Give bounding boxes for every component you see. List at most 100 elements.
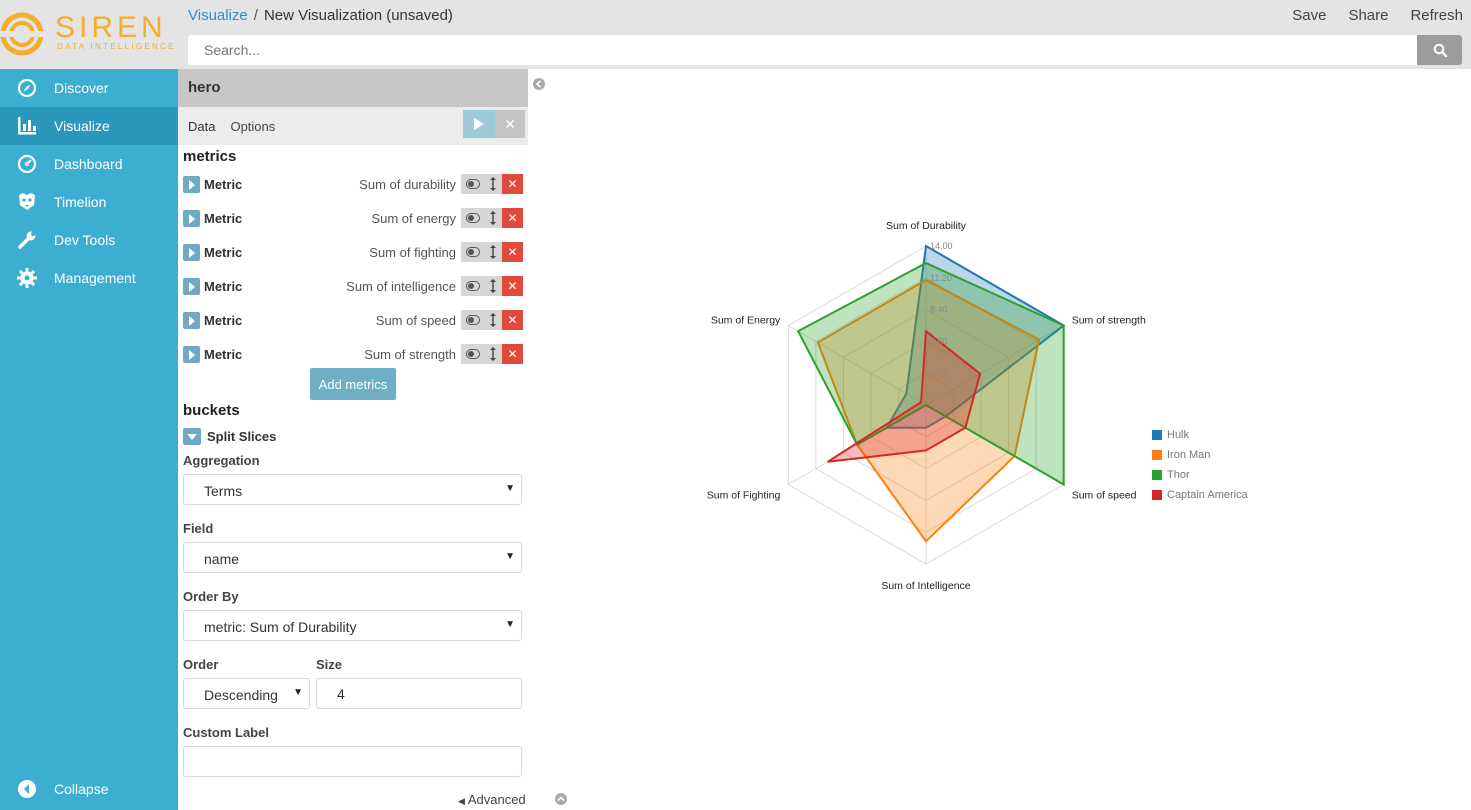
collapse-button[interactable]: Collapse bbox=[0, 770, 178, 808]
advanced-label: Advanced bbox=[467, 792, 526, 807]
remove-metric-button[interactable]: ✕ bbox=[502, 344, 523, 364]
top-actions: Save Share Refresh bbox=[1292, 7, 1463, 24]
metric-controls: ✕ bbox=[461, 310, 523, 330]
buckets-section-title: buckets bbox=[183, 402, 240, 419]
legend-label: Captain America bbox=[1167, 489, 1248, 501]
remove-metric-button[interactable]: ✕ bbox=[502, 208, 523, 228]
drag-handle-icon[interactable] bbox=[484, 310, 502, 330]
sidebar-item-discover[interactable]: Discover bbox=[0, 69, 178, 107]
metric-label: Metric bbox=[204, 347, 243, 362]
drag-handle-icon[interactable] bbox=[484, 174, 502, 194]
legend-label: Iron Man bbox=[1167, 449, 1211, 461]
visualization-area: 2.80 5.60 8.40 11.20 14.00 Sum of Durability S… bbox=[528, 69, 1471, 810]
scroll-up-icon[interactable] bbox=[555, 793, 567, 805]
siren-logo[interactable]: SIREN DATA INTELLIGENCE bbox=[0, 0, 178, 69]
metrics-section-title: metrics bbox=[183, 148, 237, 165]
save-button[interactable]: Save bbox=[1292, 7, 1326, 24]
axis-label: Sum of Energy bbox=[711, 315, 781, 327]
toggle-icon[interactable] bbox=[461, 174, 484, 194]
sidebar-item-label: Dev Tools bbox=[54, 232, 116, 248]
order-label: Order bbox=[183, 657, 219, 672]
size-label: Size bbox=[316, 657, 343, 672]
discard-changes-button[interactable]: ✕ bbox=[495, 110, 525, 138]
search-button[interactable] bbox=[1417, 35, 1462, 65]
custom-label-label: Custom Label bbox=[183, 725, 269, 740]
legend-swatch bbox=[1152, 450, 1162, 460]
legend-item[interactable]: Thor bbox=[1152, 465, 1248, 485]
chevron-down-icon bbox=[183, 428, 201, 445]
size-input[interactable]: 4 bbox=[316, 678, 522, 709]
tick-label: 5.60 bbox=[930, 336, 948, 346]
add-metrics-button[interactable]: Add metrics bbox=[310, 368, 396, 400]
sidebar-item-dev-tools[interactable]: Dev Tools bbox=[0, 221, 178, 259]
share-button[interactable]: Share bbox=[1348, 7, 1388, 24]
drag-handle-icon[interactable] bbox=[484, 344, 502, 364]
sidebar-item-label: Dashboard bbox=[54, 156, 123, 172]
split-slices-header[interactable]: Split Slices bbox=[183, 428, 276, 445]
toggle-icon[interactable] bbox=[461, 208, 484, 228]
search-bar bbox=[188, 35, 1417, 65]
split-slices-label: Split Slices bbox=[207, 429, 277, 444]
metric-value: Sum of speed bbox=[375, 313, 456, 328]
tab-data[interactable]: Data bbox=[188, 119, 215, 134]
toggle-icon[interactable] bbox=[461, 242, 484, 262]
remove-metric-button[interactable]: ✕ bbox=[502, 310, 523, 330]
chevron-right-icon[interactable] bbox=[183, 312, 200, 329]
drag-handle-icon[interactable] bbox=[484, 242, 502, 262]
legend-item[interactable]: Captain America bbox=[1152, 485, 1248, 505]
legend-label: Hulk bbox=[1167, 429, 1190, 441]
metric-controls: ✕ bbox=[461, 344, 523, 364]
field-label: Field bbox=[183, 521, 214, 536]
metric-controls: ✕ bbox=[461, 208, 523, 228]
search-input[interactable] bbox=[204, 42, 1417, 58]
metric-label: Metric bbox=[204, 279, 243, 294]
toggle-icon[interactable] bbox=[461, 310, 484, 330]
sidebar-item-visualize[interactable]: Visualize bbox=[0, 107, 178, 145]
toggle-icon[interactable] bbox=[461, 276, 484, 296]
metric-controls: ✕ bbox=[461, 276, 523, 296]
chevron-right-icon[interactable] bbox=[183, 176, 200, 193]
sidebar-item-timelion[interactable]: Timelion bbox=[0, 183, 178, 221]
legend-item[interactable]: Hulk bbox=[1152, 425, 1248, 445]
aggregation-select[interactable]: Terms ▼ bbox=[183, 474, 522, 505]
apply-changes-button[interactable] bbox=[463, 110, 495, 138]
axis-label: Sum of Fighting bbox=[707, 490, 781, 502]
sidebar-item-management[interactable]: Management bbox=[0, 259, 178, 297]
collapse-icon bbox=[0, 779, 54, 799]
remove-metric-button[interactable]: ✕ bbox=[502, 242, 523, 262]
brand-tagline: DATA INTELLIGENCE bbox=[57, 42, 176, 51]
order-select[interactable]: Descending ▼ bbox=[183, 678, 310, 709]
metric-value: Sum of fighting bbox=[369, 245, 456, 260]
order-by-select[interactable]: metric: Sum of Durability ▼ bbox=[183, 610, 522, 641]
remove-metric-button[interactable]: ✕ bbox=[502, 174, 523, 194]
bar-chart-icon bbox=[0, 117, 54, 135]
chevron-right-icon[interactable] bbox=[183, 244, 200, 261]
tab-options[interactable]: Options bbox=[230, 119, 275, 134]
chevron-right-icon[interactable] bbox=[183, 210, 200, 227]
toggle-icon[interactable] bbox=[461, 344, 484, 364]
drag-handle-icon[interactable] bbox=[484, 276, 502, 296]
refresh-button[interactable]: Refresh bbox=[1410, 7, 1463, 24]
axis-label: Sum of Intelligence bbox=[881, 580, 970, 592]
chevron-right-icon[interactable] bbox=[183, 346, 200, 363]
collapse-editor-icon[interactable] bbox=[533, 78, 545, 90]
drag-handle-icon[interactable] bbox=[484, 208, 502, 228]
legend-item[interactable]: Iron Man bbox=[1152, 445, 1248, 465]
field-value: name bbox=[204, 551, 240, 567]
advanced-toggle[interactable]: ◀ Advanced bbox=[458, 792, 526, 807]
custom-label-input[interactable] bbox=[183, 746, 522, 777]
breadcrumb-visualize-link[interactable]: Visualize bbox=[188, 7, 248, 24]
wrench-icon bbox=[0, 230, 54, 250]
chevron-right-icon[interactable] bbox=[183, 278, 200, 295]
legend-swatch bbox=[1152, 470, 1162, 480]
sidebar-item-dashboard[interactable]: Dashboard bbox=[0, 145, 178, 183]
field-select[interactable]: name ▼ bbox=[183, 542, 522, 573]
metric-label: Metric bbox=[204, 313, 243, 328]
metric-label: Metric bbox=[204, 211, 243, 226]
sidebar-item-label: Management bbox=[54, 270, 136, 286]
gear-icon bbox=[0, 268, 54, 288]
remove-metric-button[interactable]: ✕ bbox=[502, 276, 523, 296]
axis-label: Sum of speed bbox=[1072, 490, 1137, 502]
editor-tabs: Data Options ✕ bbox=[178, 107, 528, 145]
axis-label: Sum of strength bbox=[1072, 315, 1146, 327]
